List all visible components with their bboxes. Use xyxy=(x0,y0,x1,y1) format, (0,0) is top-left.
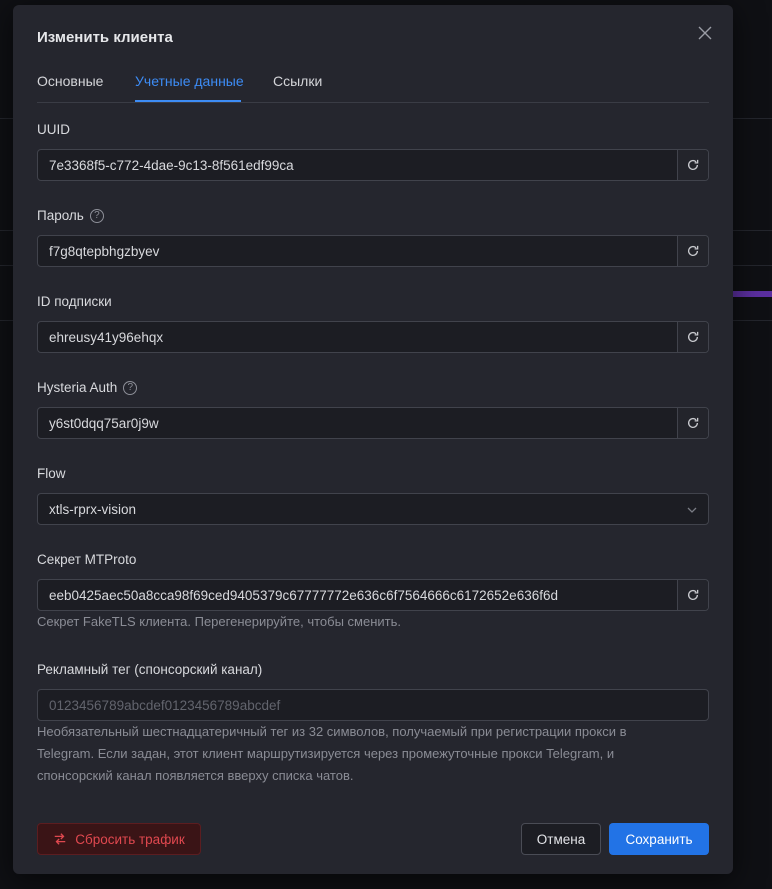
uuid-field: 7e3368f5-c772-4dae-9c13-8f561edf99ca xyxy=(37,149,709,181)
ad-tag-hint: Необязательный шестнадцатеричный тег из … xyxy=(37,721,709,787)
uuid-label: UUID xyxy=(37,122,70,137)
refresh-icon xyxy=(687,589,699,600)
refresh-icon xyxy=(687,331,699,342)
tab-credentials[interactable]: Учетные данные xyxy=(135,73,244,89)
refresh-icon xyxy=(687,417,699,428)
subscription-id-label-text: ID подписки xyxy=(37,294,112,309)
uuid-input[interactable]: 7e3368f5-c772-4dae-9c13-8f561edf99ca xyxy=(38,150,677,180)
mtproto-secret-regenerate-button[interactable] xyxy=(677,580,708,610)
uuid-regenerate-button[interactable] xyxy=(677,150,708,180)
refresh-icon xyxy=(687,159,699,170)
background-accent-bar xyxy=(730,291,772,297)
tab-links[interactable]: Ссылки xyxy=(273,73,322,89)
ad-tag-field: 0123456789abcdef0123456789abcdef xyxy=(37,689,709,721)
ad-tag-hint-line: спонсорский канал появляется вверху спис… xyxy=(37,768,354,783)
subscription-id-label: ID подписки xyxy=(37,294,112,309)
password-input[interactable]: f7g8qtepbhgzbyev xyxy=(38,236,677,266)
swap-arrows-icon xyxy=(54,833,66,845)
ad-tag-label: Рекламный тег (спонсорский канал) xyxy=(37,662,262,677)
hysteria-auth-input[interactable]: y6st0dqq75ar0j9w xyxy=(38,408,677,438)
refresh-icon xyxy=(687,245,699,256)
flow-selected-value: xtls-rprx-vision xyxy=(49,501,137,517)
dialog-title: Изменить клиента xyxy=(37,29,173,46)
password-label-text: Пароль xyxy=(37,208,84,223)
hysteria-auth-regenerate-button[interactable] xyxy=(677,408,708,438)
password-field: f7g8qtepbhgzbyev xyxy=(37,235,709,267)
hysteria-auth-label-text: Hysteria Auth xyxy=(37,380,118,395)
mtproto-secret-label-text: Секрет MTProto xyxy=(37,552,137,567)
save-button[interactable]: Сохранить xyxy=(609,823,709,855)
subscription-id-input[interactable]: ehreusy41y96ehqx xyxy=(38,322,677,352)
mtproto-secret-input[interactable]: eeb0425aec50a8cca98f69ced9405379c6777777… xyxy=(38,580,677,610)
help-icon[interactable]: ? xyxy=(89,208,104,223)
password-label: Пароль ? xyxy=(37,208,104,223)
ad-tag-label-text: Рекламный тег (спонсорский канал) xyxy=(37,662,263,677)
close-icon[interactable] xyxy=(697,25,713,41)
flow-select[interactable]: xtls-rprx-vision xyxy=(37,493,709,525)
mtproto-secret-field: eeb0425aec50a8cca98f69ced9405379c6777777… xyxy=(37,579,709,611)
reset-traffic-button[interactable]: Сбросить трафик xyxy=(37,823,201,855)
uuid-label-text: UUID xyxy=(37,122,70,137)
active-tab-indicator xyxy=(135,100,241,102)
cancel-button[interactable]: Отмена xyxy=(521,823,601,855)
flow-label: Flow xyxy=(37,466,66,481)
mtproto-secret-label: Секрет MTProto xyxy=(37,552,136,567)
hysteria-auth-label: Hysteria Auth ? xyxy=(37,380,138,395)
edit-client-dialog: Изменить клиента Основные Учетные данные… xyxy=(13,5,733,874)
subscription-id-field: ehreusy41y96ehqx xyxy=(37,321,709,353)
flow-label-text: Flow xyxy=(37,466,66,481)
password-regenerate-button[interactable] xyxy=(677,236,708,266)
subscription-id-regenerate-button[interactable] xyxy=(677,322,708,352)
ad-tag-hint-line: Telegram. Если задан, этот клиент маршру… xyxy=(37,746,615,761)
ad-tag-input[interactable]: 0123456789abcdef0123456789abcdef xyxy=(38,690,708,720)
tab-general[interactable]: Основные xyxy=(37,73,103,89)
mtproto-secret-hint: Секрет FakeTLS клиента. Перегенерируйте,… xyxy=(37,614,401,629)
hysteria-auth-field: y6st0dqq75ar0j9w xyxy=(37,407,709,439)
tab-bar: Основные Учетные данные Ссылки xyxy=(37,65,709,103)
help-icon[interactable]: ? xyxy=(123,380,138,395)
ad-tag-hint-line: Необязательный шестнадцатеричный тег из … xyxy=(37,724,627,739)
chevron-down-icon xyxy=(687,507,697,513)
reset-traffic-label: Сбросить трафик xyxy=(75,831,185,847)
